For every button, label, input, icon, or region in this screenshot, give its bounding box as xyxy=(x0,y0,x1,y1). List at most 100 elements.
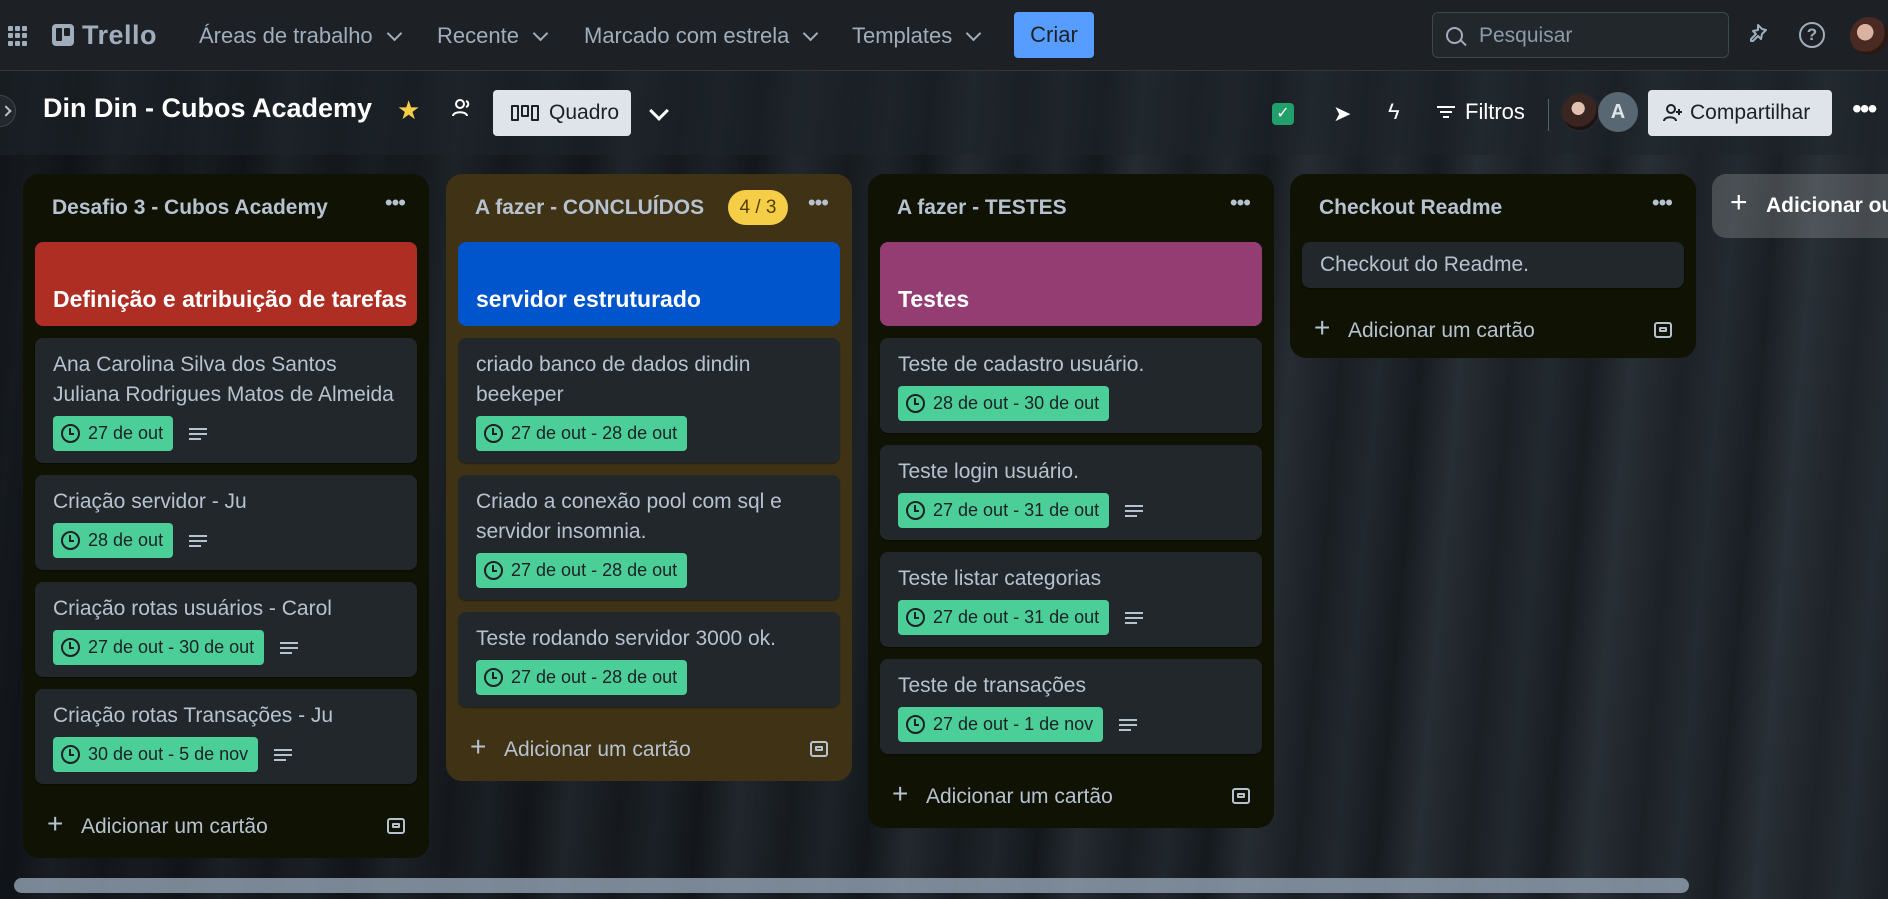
due-date-badge[interactable]: 27 de out - 28 de out xyxy=(476,660,688,695)
horizontal-scrollbar[interactable] xyxy=(14,878,1689,893)
board-header: Din Din - Cubos Academy ★ Quadro ✓ ➤ ϟ F… xyxy=(0,71,1888,155)
card[interactable]: Teste listar categorias 27 de out - 31 d… xyxy=(880,552,1262,647)
card[interactable]: Teste rodando servidor 3000 ok. 27 de ou… xyxy=(458,612,840,707)
add-card-button[interactable]: + Adicionar um cartão xyxy=(446,719,852,781)
star-icon[interactable]: ★ xyxy=(397,95,420,126)
board-view-button[interactable]: Quadro xyxy=(493,90,631,136)
card[interactable]: Teste de transações 27 de out - 1 de nov xyxy=(880,659,1262,754)
share-button[interactable]: Compartilhar xyxy=(1648,90,1832,136)
card-template-icon[interactable] xyxy=(810,741,828,757)
card-title: Criação servidor - Ju xyxy=(53,490,247,513)
filter-icon xyxy=(1437,106,1455,118)
team-visibility-icon[interactable] xyxy=(451,97,473,119)
menu-workspaces[interactable]: Áreas de trabalho xyxy=(199,18,402,54)
list-more-icon[interactable]: ••• xyxy=(808,190,829,216)
app-switcher-icon[interactable] xyxy=(8,26,28,46)
help-icon[interactable]: ? xyxy=(1799,22,1825,48)
trello-logo-icon xyxy=(52,24,74,46)
card[interactable]: Teste login usuário. 27 de out - 31 de o… xyxy=(880,445,1262,540)
due-date-badge[interactable]: 27 de out - 30 de out xyxy=(53,630,265,665)
list-title[interactable]: A fazer - CONCLUÍDOS xyxy=(475,196,704,220)
menu-starred-label: Marcado com estrela xyxy=(584,23,790,48)
expand-sidebar-icon[interactable] xyxy=(0,95,16,127)
clock-icon xyxy=(484,668,503,687)
list-more-icon[interactable]: ••• xyxy=(1230,190,1251,216)
list-header[interactable]: A fazer - CONCLUÍDOS 4 / 3 ••• xyxy=(446,174,852,242)
list-header[interactable]: A fazer - TESTES ••• xyxy=(868,174,1274,242)
notifications-icon[interactable] xyxy=(1745,22,1771,48)
card-template-icon[interactable] xyxy=(1654,322,1672,338)
card[interactable]: criado banco de dados dindin beekeper 27… xyxy=(458,338,840,463)
cover-card[interactable]: Testes xyxy=(880,242,1262,326)
chevron-down-icon[interactable] xyxy=(649,101,669,121)
board-title[interactable]: Din Din - Cubos Academy xyxy=(43,93,372,124)
trello-logo[interactable]: Trello xyxy=(52,18,157,52)
member-avatar-initial[interactable]: A xyxy=(1598,92,1638,132)
cover-card-title: Definição e atribuição de tarefas xyxy=(53,286,408,312)
card-title: Criação rotas Transações - Ju xyxy=(53,704,334,727)
card[interactable]: Ana Carolina Silva dos Santos Juliana Ro… xyxy=(35,338,417,463)
cover-card-title: Testes xyxy=(898,286,970,312)
card-title: Teste listar categorias xyxy=(898,567,1102,590)
card-template-icon[interactable] xyxy=(387,818,405,834)
cover-card[interactable]: Definição e atribuição de tarefas xyxy=(35,242,417,326)
due-date-label: 28 de out xyxy=(88,530,164,550)
list-title[interactable]: A fazer - TESTES xyxy=(897,196,1067,220)
add-card-button[interactable]: + Adicionar um cartão xyxy=(868,766,1274,828)
card-template-icon[interactable] xyxy=(1232,788,1250,804)
board-menu-icon[interactable]: ••• xyxy=(1852,93,1877,125)
add-card-label: Adicionar um cartão xyxy=(926,785,1113,808)
rocket-icon[interactable]: ➤ xyxy=(1333,101,1351,127)
list-more-icon[interactable]: ••• xyxy=(1652,190,1673,216)
card[interactable]: Checkout do Readme. xyxy=(1302,242,1684,288)
chevron-down-icon xyxy=(966,25,982,41)
description-icon xyxy=(189,427,208,440)
add-card-button[interactable]: + Adicionar um cartão xyxy=(23,796,429,858)
menu-templates[interactable]: Templates xyxy=(852,18,982,54)
logo-text: Trello xyxy=(82,19,158,50)
card-title: Criação rotas usuários - Carol xyxy=(53,597,332,620)
share-label: Compartilhar xyxy=(1690,101,1811,124)
due-date-label: 27 de out - 28 de out xyxy=(511,667,678,687)
menu-recent[interactable]: Recente xyxy=(437,18,549,54)
filters-label: Filtros xyxy=(1465,99,1525,124)
card[interactable]: Teste de cadastro usuário. 28 de out - 3… xyxy=(880,338,1262,433)
search-icon xyxy=(1446,27,1463,44)
due-date-badge[interactable]: 28 de out - 30 de out xyxy=(898,386,1110,421)
member-avatar[interactable] xyxy=(1560,92,1600,132)
search-input[interactable]: Pesquisar xyxy=(1432,12,1729,58)
due-date-badge[interactable]: 28 de out xyxy=(53,523,174,558)
cover-card[interactable]: servidor estruturado xyxy=(458,242,840,326)
due-date-badge[interactable]: 30 de out - 5 de nov xyxy=(53,737,259,772)
card[interactable]: Criado a conexão pool com sql e servidor… xyxy=(458,475,840,600)
create-button[interactable]: Criar xyxy=(1014,12,1094,58)
add-list-button[interactable]: + Adicionar outra lista xyxy=(1712,174,1888,238)
filters-button[interactable]: Filtros xyxy=(1437,99,1525,125)
due-date-badge[interactable]: 27 de out - 1 de nov xyxy=(898,707,1104,742)
due-date-badge[interactable]: 27 de out - 28 de out xyxy=(476,553,688,588)
menu-starred[interactable]: Marcado com estrela xyxy=(584,18,819,54)
list-header[interactable]: Checkout Readme ••• xyxy=(1290,174,1696,242)
user-avatar[interactable] xyxy=(1850,17,1888,55)
add-card-button[interactable]: + Adicionar um cartão xyxy=(1290,300,1696,358)
list-title[interactable]: Desafio 3 - Cubos Academy xyxy=(52,196,328,220)
due-date-badge[interactable]: 27 de out - 31 de out xyxy=(898,493,1110,528)
card-title: Teste de cadastro usuário. xyxy=(898,353,1145,376)
card-title: Checkout do Readme. xyxy=(1320,253,1529,276)
card[interactable]: Criação servidor - Ju 28 de out xyxy=(35,475,417,570)
list-more-icon[interactable]: ••• xyxy=(385,190,406,216)
card[interactable]: Criação rotas Transações - Ju 30 de out … xyxy=(35,689,417,784)
due-date-label: 28 de out - 30 de out xyxy=(933,393,1100,413)
power-up-icon[interactable]: ✓ xyxy=(1272,103,1294,125)
description-icon xyxy=(274,748,293,761)
list-header[interactable]: Desafio 3 - Cubos Academy ••• xyxy=(23,174,429,242)
due-date-badge[interactable]: 27 de out xyxy=(53,416,174,451)
due-date-badge[interactable]: 27 de out - 31 de out xyxy=(898,600,1110,635)
automation-bolt-icon[interactable]: ϟ xyxy=(1388,99,1400,125)
card[interactable]: Criação rotas usuários - Carol 27 de out… xyxy=(35,582,417,677)
due-date-badge[interactable]: 27 de out - 28 de out xyxy=(476,416,688,451)
chevron-down-icon xyxy=(803,25,819,41)
list-checkout-readme: Checkout Readme ••• Checkout do Readme. … xyxy=(1290,174,1696,358)
description-icon xyxy=(1125,611,1144,624)
list-title[interactable]: Checkout Readme xyxy=(1319,196,1502,220)
